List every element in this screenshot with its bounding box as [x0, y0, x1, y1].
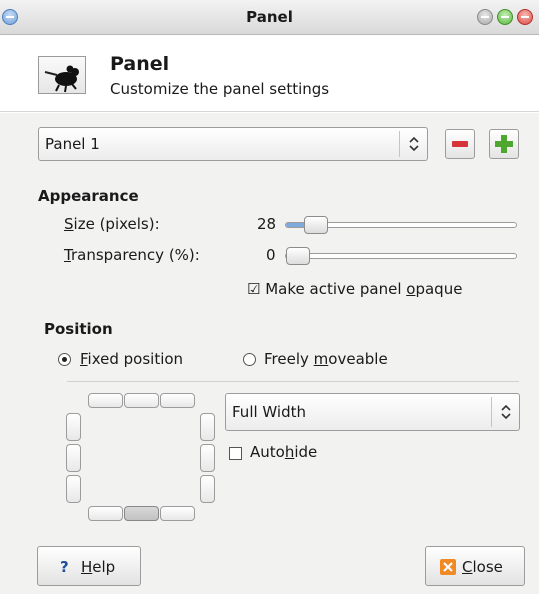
position-left-bottom[interactable]	[66, 475, 81, 503]
position-bottom-center[interactable]	[124, 506, 159, 521]
appearance-heading: Appearance	[38, 187, 139, 205]
close-label: Close	[462, 558, 503, 576]
size-label: Size (pixels):	[64, 215, 160, 233]
position-right-top[interactable]	[200, 413, 215, 441]
position-top-right[interactable]	[160, 393, 195, 408]
header-subtitle: Customize the panel settings	[110, 80, 330, 98]
chevron-updown-icon	[399, 131, 427, 157]
position-left-top[interactable]	[66, 413, 81, 441]
panel-select[interactable]: Panel 1	[38, 127, 428, 161]
separator	[67, 381, 519, 382]
plus-icon	[495, 135, 513, 153]
autohide-checkbox[interactable]	[229, 447, 242, 460]
transparency-slider[interactable]	[285, 247, 517, 265]
width-select[interactable]: Full Width	[225, 393, 520, 431]
position-heading: Position	[44, 320, 113, 338]
opaque-checkbox[interactable]: ☑ Make active panel opaque	[247, 280, 462, 298]
close-icon	[521, 16, 529, 18]
close-button[interactable]: Close	[425, 546, 525, 586]
size-slider-handle[interactable]	[304, 216, 328, 234]
dialog-header: Panel Customize the panel settings	[0, 36, 539, 112]
panel-select-value: Panel 1	[45, 135, 100, 153]
help-button[interactable]: ? Help	[37, 546, 141, 586]
position-left-center[interactable]	[66, 444, 81, 472]
checkbox-checked-icon: ☑	[247, 280, 261, 298]
position-bottom-left[interactable]	[88, 506, 123, 521]
maximize-button[interactable]	[497, 9, 513, 25]
help-icon: ?	[60, 558, 69, 576]
position-top-center[interactable]	[124, 393, 159, 408]
transparency-value: 0	[266, 246, 276, 264]
autohide-label[interactable]: Autohide	[250, 443, 317, 461]
freely-moveable-label[interactable]: Freely moveable	[264, 350, 388, 368]
freely-moveable-radio[interactable]	[243, 353, 256, 366]
minus-icon	[452, 141, 468, 147]
position-bottom-right[interactable]	[160, 506, 195, 521]
position-right-bottom[interactable]	[200, 475, 215, 503]
position-right-center[interactable]	[200, 444, 215, 472]
remove-panel-button[interactable]	[445, 129, 475, 159]
maximize-icon	[501, 16, 509, 18]
mouse-icon	[38, 56, 86, 94]
title-bar: Panel	[0, 0, 539, 35]
transparency-label: Transparency (%):	[64, 246, 200, 264]
minimize-icon	[481, 16, 489, 18]
size-value: 28	[257, 215, 277, 233]
close-window-button[interactable]	[517, 9, 533, 25]
position-top-left[interactable]	[88, 393, 123, 408]
size-slider[interactable]	[285, 216, 517, 234]
transparency-slider-handle[interactable]	[286, 247, 310, 265]
width-select-value: Full Width	[232, 403, 306, 421]
add-panel-button[interactable]	[489, 129, 519, 159]
close-x-icon	[440, 559, 456, 575]
header-title: Panel	[110, 53, 170, 75]
fixed-position-label[interactable]: Fixed position	[80, 350, 183, 368]
fixed-position-radio[interactable]	[58, 353, 71, 366]
chevron-updown-icon	[491, 397, 519, 427]
minimize-button[interactable]	[477, 9, 493, 25]
help-label: Help	[81, 558, 116, 576]
window-title: Panel	[246, 8, 293, 26]
